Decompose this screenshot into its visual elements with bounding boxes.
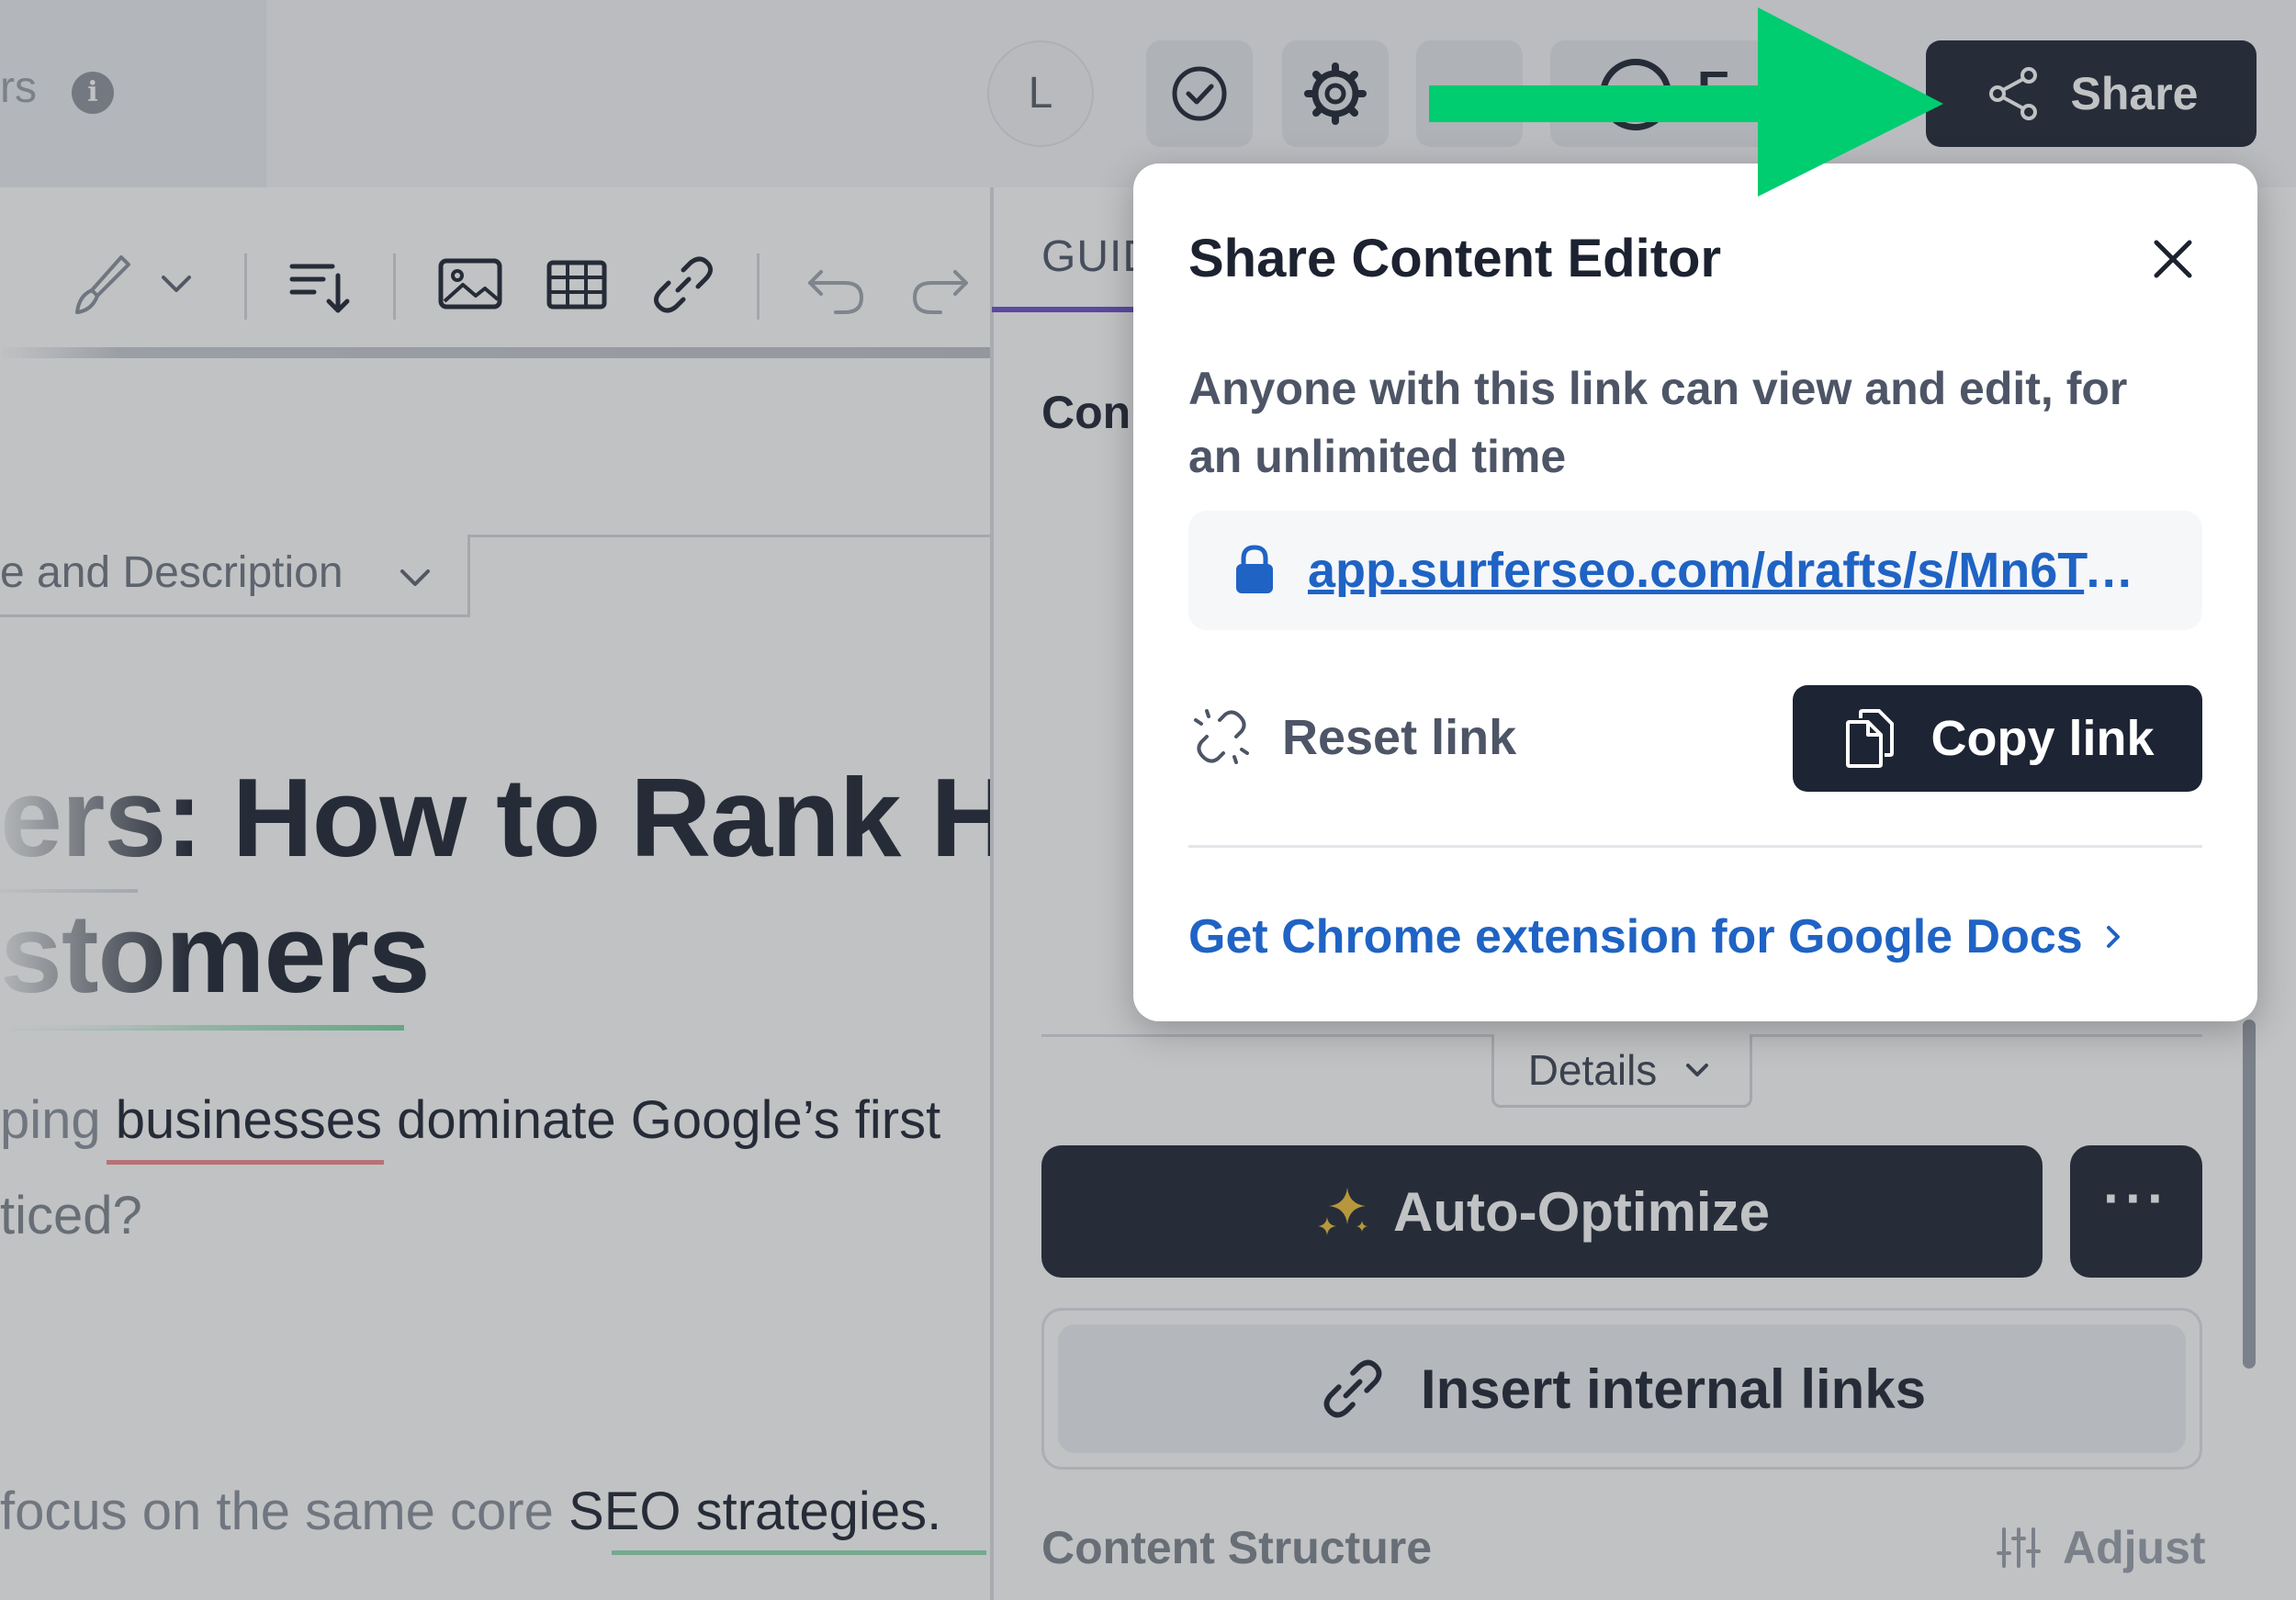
close-button[interactable] xyxy=(2144,230,2202,288)
annotation-arrow xyxy=(1429,7,1943,197)
share-description: Anyone with this link can view and edit,… xyxy=(1188,363,2128,482)
close-icon xyxy=(2154,240,2192,278)
popover-title: Share Content Editor xyxy=(1188,229,1722,288)
copy-link-label: Copy link xyxy=(1930,711,2155,766)
lock-icon xyxy=(1234,544,1275,600)
popover-divider xyxy=(1188,845,2202,848)
reset-link-button[interactable]: Reset link xyxy=(1282,709,1516,766)
chrome-extension-link[interactable]: Get Chrome extension for Google Docs xyxy=(1188,909,2127,964)
copy-link-button[interactable]: Copy link xyxy=(1793,685,2202,792)
copy-icon xyxy=(1846,709,1895,768)
chevron-right-icon xyxy=(2106,926,2120,948)
chrome-extension-label: Get Chrome extension for Google Docs xyxy=(1188,910,2083,963)
broken-link-icon xyxy=(1192,707,1251,771)
share-link[interactable]: app.surferseo.com/drafts/s/Mn6Te... xyxy=(1308,542,2153,599)
